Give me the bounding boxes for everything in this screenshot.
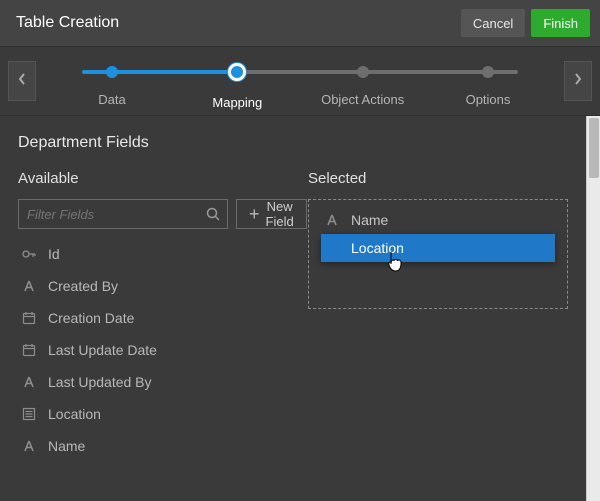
field-label: Last Updated By — [48, 374, 152, 390]
filter-row: + New Field — [18, 199, 278, 229]
field-label: Name — [48, 438, 85, 454]
available-column: Available + New Field — [18, 170, 278, 457]
step-dot-icon — [357, 66, 369, 78]
selected-field-name[interactable]: Name — [315, 206, 561, 234]
available-field-id[interactable]: Id — [18, 243, 278, 265]
step-object-actions[interactable]: Object Actions — [303, 55, 423, 110]
cancel-button[interactable]: Cancel — [461, 9, 525, 37]
step-dot-icon — [228, 63, 246, 81]
selected-column: Selected Name Location — [308, 170, 568, 457]
field-label: Id — [48, 246, 60, 262]
dialog-header: Table Creation Cancel Finish — [0, 0, 600, 46]
step-label: Data — [98, 92, 125, 107]
header-buttons: Cancel Finish — [461, 9, 590, 37]
text-type-icon — [20, 373, 38, 391]
step-label: Options — [466, 92, 511, 107]
chevron-left-icon — [17, 72, 27, 91]
selected-dropzone[interactable]: Name Location — [308, 199, 568, 309]
available-field-name[interactable]: Name — [18, 435, 278, 457]
field-columns: Available + New Field — [18, 170, 568, 457]
text-type-icon — [20, 277, 38, 295]
calendar-icon — [20, 341, 38, 359]
wizard-stepper: Data Mapping Object Actions Options — [52, 55, 548, 107]
step-label: Object Actions — [321, 92, 404, 107]
new-field-label: New Field — [266, 199, 294, 229]
dropzone-spacer — [315, 262, 561, 302]
dialog-body-scroll: Department Fields Available + N — [0, 116, 586, 501]
selected-field-location-dragging[interactable]: Location — [321, 234, 555, 262]
search-icon[interactable] — [205, 206, 221, 222]
available-field-location[interactable]: Location — [18, 403, 278, 425]
available-fields-list: Id Created By Creation Dat — [18, 243, 278, 457]
wizard-stepper-row: Data Mapping Object Actions Options — [0, 46, 600, 116]
field-label: Location — [48, 406, 101, 422]
step-dot-icon — [482, 66, 494, 78]
table-creation-dialog: Table Creation Cancel Finish Data Mappin… — [0, 0, 600, 501]
step-data[interactable]: Data — [52, 55, 172, 110]
plus-icon: + — [249, 205, 260, 223]
scrollbar-thumb[interactable] — [589, 118, 599, 178]
dialog-title: Table Creation — [16, 14, 119, 32]
available-heading: Available — [18, 170, 278, 187]
new-field-button[interactable]: + New Field — [236, 199, 307, 229]
text-type-icon — [20, 437, 38, 455]
list-icon — [20, 405, 38, 423]
chevron-right-icon — [573, 72, 583, 91]
available-field-last-update-date[interactable]: Last Update Date — [18, 339, 278, 361]
step-label: Mapping — [212, 95, 262, 110]
available-field-creation-date[interactable]: Creation Date — [18, 307, 278, 329]
step-options[interactable]: Options — [428, 55, 548, 110]
vertical-scrollbar[interactable] — [586, 116, 600, 501]
dialog-body: Department Fields Available + N — [0, 116, 600, 501]
finish-button[interactable]: Finish — [531, 9, 590, 37]
filter-fields-wrapper — [18, 199, 228, 229]
available-field-last-updated-by[interactable]: Last Updated By — [18, 371, 278, 393]
field-label: Created By — [48, 278, 118, 294]
text-type-icon — [323, 211, 341, 229]
field-label: Last Update Date — [48, 342, 157, 358]
calendar-icon — [20, 309, 38, 327]
section-title: Department Fields — [18, 134, 568, 152]
stepper-next-button[interactable] — [564, 61, 592, 101]
field-label: Location — [329, 240, 404, 256]
available-field-created-by[interactable]: Created By — [18, 275, 278, 297]
filter-fields-input[interactable] — [27, 207, 205, 222]
selected-heading: Selected — [308, 170, 568, 187]
step-dot-icon — [106, 66, 118, 78]
key-icon — [20, 245, 38, 263]
field-label: Creation Date — [48, 310, 134, 326]
stepper-prev-button[interactable] — [8, 61, 36, 101]
step-mapping[interactable]: Mapping — [177, 55, 297, 110]
field-label: Name — [351, 212, 388, 228]
